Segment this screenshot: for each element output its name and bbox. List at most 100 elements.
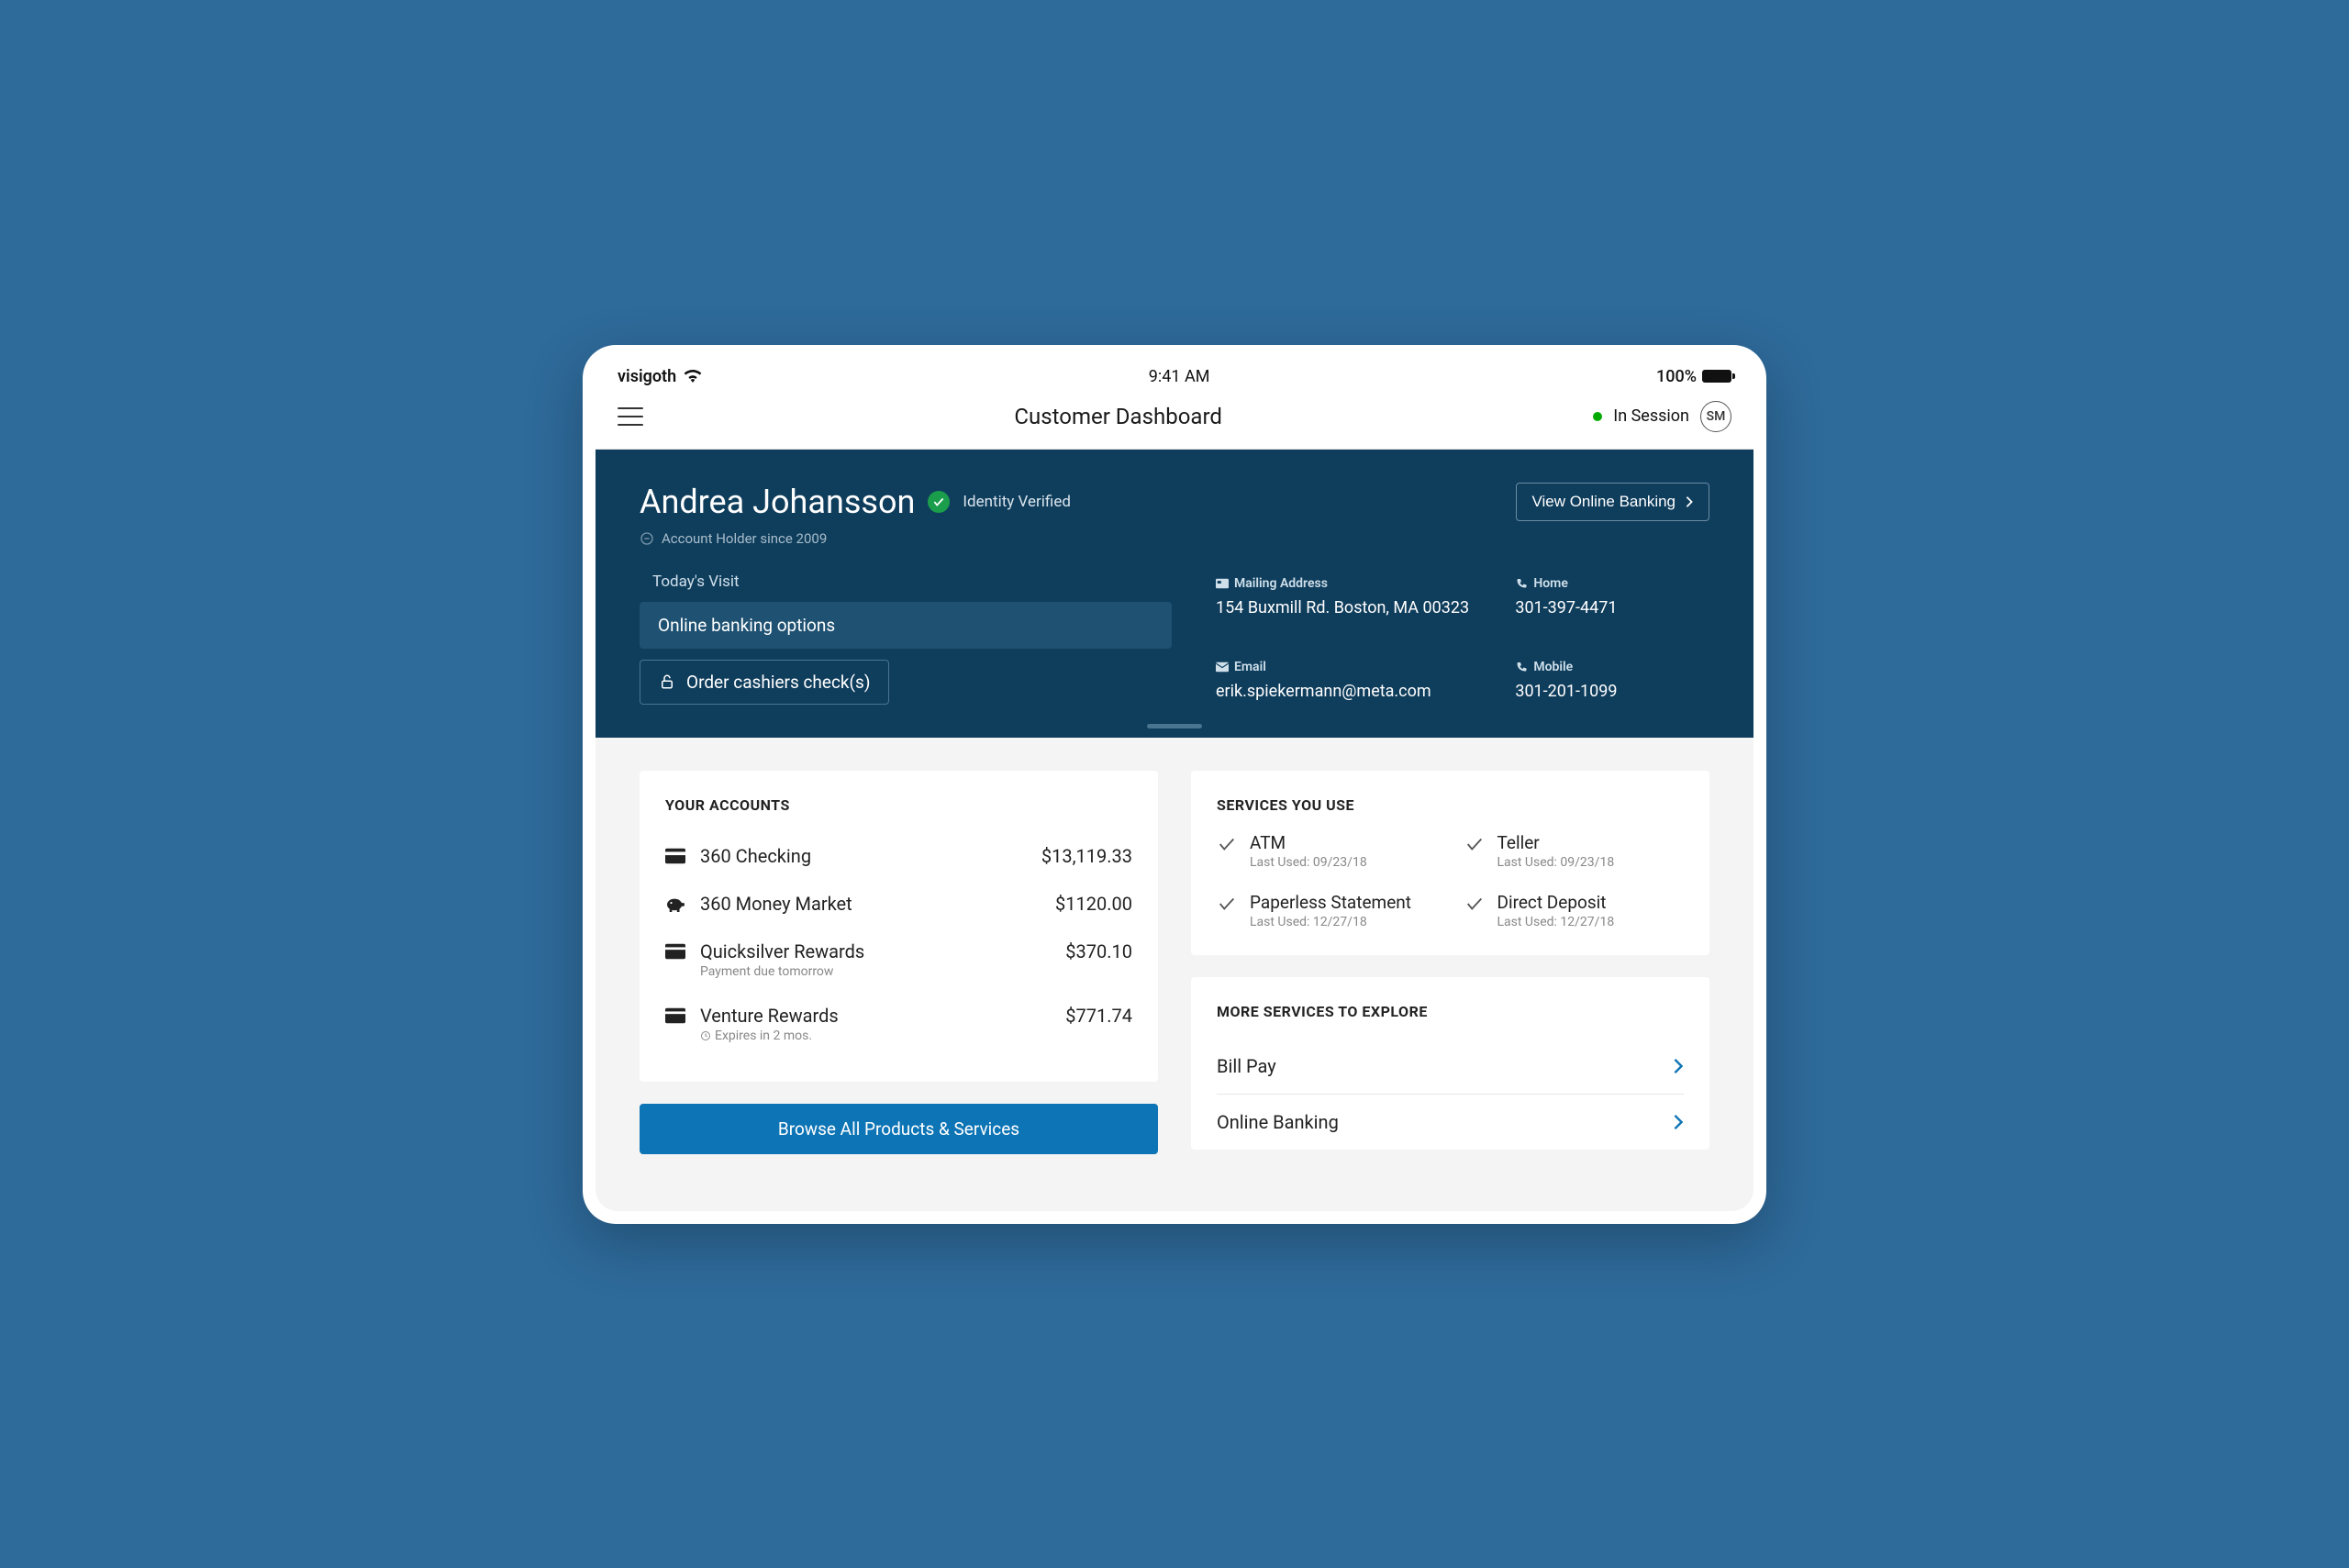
account-name: 360 Money Market xyxy=(700,893,1041,915)
account-balance: $771.74 xyxy=(1065,1005,1132,1027)
page-title: Customer Dashboard xyxy=(1014,404,1221,429)
lock-icon xyxy=(659,673,675,690)
service-item: Direct Deposit Last Used: 12/27/18 xyxy=(1464,892,1685,929)
status-time: 9:41 AM xyxy=(1149,367,1210,386)
mail-icon xyxy=(1216,662,1229,673)
explore-title: MORE SERVICES TO EXPLORE xyxy=(1217,1003,1684,1020)
mobile-label: Mobile xyxy=(1533,660,1573,674)
status-right: 100% xyxy=(1656,367,1731,386)
session-label: In Session xyxy=(1613,406,1689,426)
explore-item-bill-pay[interactable]: Bill Pay xyxy=(1217,1039,1684,1095)
service-item: ATM Last Used: 09/23/18 xyxy=(1217,832,1437,870)
contact-grid: Mailing Address 154 Buxmill Rd. Boston, … xyxy=(1216,573,1709,716)
home-label: Home xyxy=(1533,576,1568,591)
verified-label: Identity Verified xyxy=(963,493,1071,511)
service-name: ATM xyxy=(1250,832,1367,853)
account-name: Venture Rewards xyxy=(700,1005,1051,1027)
todays-visit: Today's Visit Online banking options Ord… xyxy=(640,573,1172,716)
account-row[interactable]: 360 Money Market $1120.00 xyxy=(665,880,1132,928)
account-sub-text: Expires in 2 mos. xyxy=(715,1029,812,1043)
service-sub: Last Used: 09/23/18 xyxy=(1250,855,1367,870)
service-sub: Last Used: 12/27/18 xyxy=(1497,915,1615,929)
customer-hero: Andrea Johansson Identity Verified Accou… xyxy=(596,450,1753,738)
accounts-title: YOUR ACCOUNTS xyxy=(665,796,1132,814)
status-left: visigoth xyxy=(618,367,702,386)
explore-name: Bill Pay xyxy=(1217,1055,1276,1077)
email-value: erik.spiekermann@meta.com xyxy=(1216,682,1487,701)
visit-item-label: Order cashiers check(s) xyxy=(686,672,870,693)
credit-card-icon xyxy=(665,1007,685,1024)
visit-item-online-banking[interactable]: Online banking options xyxy=(640,602,1172,649)
contact-home: Home 301-397-4471 xyxy=(1515,576,1709,632)
services-title: SERVICES YOU USE xyxy=(1217,796,1684,814)
service-item: Paperless Statement Last Used: 12/27/18 xyxy=(1217,892,1437,929)
service-name: Direct Deposit xyxy=(1497,892,1615,913)
contact-mobile: Mobile 301-201-1099 xyxy=(1515,660,1709,716)
visit-item-cashiers-check[interactable]: Order cashiers check(s) xyxy=(640,660,889,705)
credit-card-icon xyxy=(665,943,685,960)
account-name: Quicksilver Rewards xyxy=(700,940,1051,962)
check-icon xyxy=(1217,834,1237,854)
visit-title: Today's Visit xyxy=(652,573,1172,591)
accounts-card: YOUR ACCOUNTS 360 Checking $13,119.33 36… xyxy=(640,771,1158,1082)
account-sub: Expires in 2 mos. xyxy=(700,1029,1051,1043)
contact-email: Email erik.spiekermann@meta.com xyxy=(1216,660,1487,716)
mailing-label: Mailing Address xyxy=(1234,576,1328,591)
card-icon xyxy=(1216,578,1229,589)
account-row[interactable]: Venture Rewards Expires in 2 mos. $771.7… xyxy=(665,992,1132,1056)
avatar[interactable]: SM xyxy=(1700,401,1731,432)
customer-name: Andrea Johansson xyxy=(640,483,915,521)
mailing-value: 154 Buxmill Rd. Boston, MA 00323 xyxy=(1216,598,1487,617)
home-value: 301-397-4471 xyxy=(1515,598,1709,617)
nav-bar: Customer Dashboard In Session SM xyxy=(596,392,1753,450)
nav-right: In Session SM xyxy=(1593,401,1731,432)
tablet-frame: visigoth 9:41 AM 100% Customer Dashboard… xyxy=(583,345,1766,1224)
battery-pct: 100% xyxy=(1656,367,1697,386)
explore-item-online-banking[interactable]: Online Banking xyxy=(1217,1095,1684,1150)
battery-icon xyxy=(1702,370,1731,383)
account-sub: Payment due tomorrow xyxy=(700,964,1051,979)
view-online-banking-button[interactable]: View Online Banking xyxy=(1516,483,1709,521)
check-icon xyxy=(1464,894,1485,914)
account-balance: $1120.00 xyxy=(1055,893,1132,915)
phone-icon xyxy=(1515,662,1528,673)
explore-name: Online Banking xyxy=(1217,1111,1339,1133)
chevron-right-icon xyxy=(1685,495,1694,508)
chevron-right-icon xyxy=(1673,1113,1684,1131)
explore-card: MORE SERVICES TO EXPLORE Bill Pay Online… xyxy=(1191,977,1709,1150)
account-row[interactable]: 360 Checking $13,119.33 xyxy=(665,832,1132,880)
savings-icon xyxy=(665,895,685,912)
status-bar: visigoth 9:41 AM 100% xyxy=(596,358,1753,392)
left-column: YOUR ACCOUNTS 360 Checking $13,119.33 36… xyxy=(640,771,1158,1178)
tenure-label: Account Holder since 2009 xyxy=(662,530,827,547)
browse-products-button[interactable]: Browse All Products & Services xyxy=(640,1104,1158,1154)
check-icon xyxy=(1217,894,1237,914)
verified-check-icon xyxy=(928,491,950,513)
main-content: YOUR ACCOUNTS 360 Checking $13,119.33 36… xyxy=(596,738,1753,1211)
tenure-icon xyxy=(640,531,654,546)
clock-icon xyxy=(700,1030,711,1041)
service-item: Teller Last Used: 09/23/18 xyxy=(1464,832,1685,870)
email-label: Email xyxy=(1234,660,1266,674)
account-name: 360 Checking xyxy=(700,845,1027,867)
session-status-dot xyxy=(1593,412,1602,421)
contact-mailing: Mailing Address 154 Buxmill Rd. Boston, … xyxy=(1216,576,1487,632)
drag-handle[interactable] xyxy=(1147,724,1202,728)
view-banking-label: View Online Banking xyxy=(1531,493,1675,511)
services-card: SERVICES YOU USE ATM Last Used: 09/23/18… xyxy=(1191,771,1709,955)
account-row[interactable]: Quicksilver Rewards Payment due tomorrow… xyxy=(665,928,1132,992)
carrier-label: visigoth xyxy=(618,367,676,386)
checking-icon xyxy=(665,848,685,864)
chevron-right-icon xyxy=(1673,1057,1684,1075)
right-column: SERVICES YOU USE ATM Last Used: 09/23/18… xyxy=(1191,771,1709,1178)
account-balance: $370.10 xyxy=(1065,940,1132,962)
menu-button[interactable] xyxy=(618,407,643,426)
account-balance: $13,119.33 xyxy=(1041,845,1132,867)
phone-icon xyxy=(1515,578,1528,589)
wifi-icon xyxy=(684,370,702,383)
service-name: Teller xyxy=(1497,832,1615,853)
mobile-value: 301-201-1099 xyxy=(1515,682,1709,701)
service-sub: Last Used: 09/23/18 xyxy=(1497,855,1615,870)
service-sub: Last Used: 12/27/18 xyxy=(1250,915,1411,929)
check-icon xyxy=(1464,834,1485,854)
